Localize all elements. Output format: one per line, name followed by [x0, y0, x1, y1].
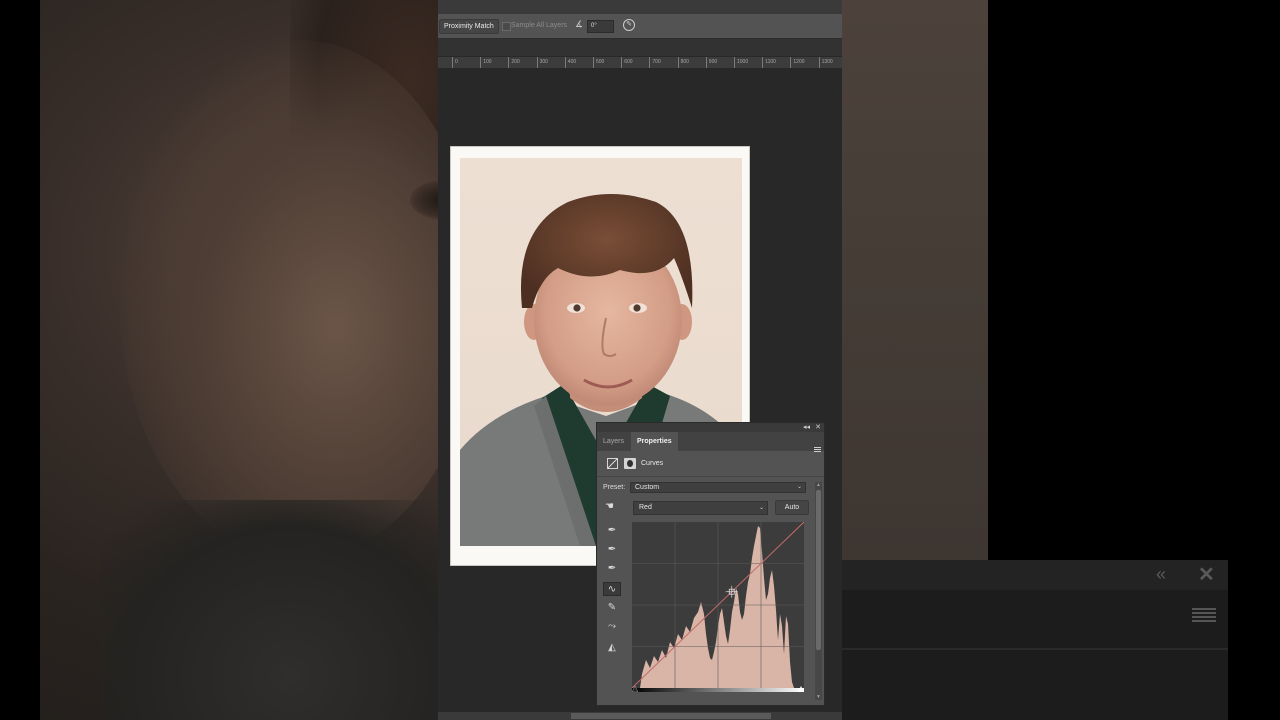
background-divider — [842, 648, 1228, 650]
ruler-tick-label: 700 — [649, 57, 661, 68]
ruler-tick-label: 0 — [452, 57, 458, 68]
proximity-match-button[interactable]: Proximity Match — [439, 19, 499, 34]
panel-vertical-scrollbar[interactable]: ▲ ▼ — [815, 482, 822, 700]
ruler-tick-label: 600 — [621, 57, 633, 68]
sample-all-layers-checkbox[interactable] — [502, 22, 511, 31]
background-collapse-icon: « — [1156, 564, 1167, 584]
hand-icon[interactable]: ☚ — [605, 501, 614, 512]
horizontal-scrollbar[interactable] — [438, 712, 842, 720]
curve-point-icon[interactable]: ∿ — [603, 582, 621, 596]
curves-icon[interactable] — [607, 458, 618, 469]
eyedropper-gray-icon[interactable]: ✒ — [603, 543, 621, 557]
channel-dropdown[interactable]: Red ⌄ — [633, 501, 768, 515]
collapse-double-arrow-icon[interactable]: ◂◂ — [803, 423, 810, 432]
preset-label: Preset: — [603, 484, 626, 491]
ruler-tick-label: 300 — [536, 57, 548, 68]
ruler-tick-label: 200 — [508, 57, 520, 68]
tab-layers[interactable]: Layers — [597, 432, 630, 451]
ruler-tick-label: 400 — [564, 57, 576, 68]
eyedropper-white-icon[interactable]: ✒ — [603, 562, 621, 576]
ruler-tick-label: 1300 — [818, 57, 833, 68]
options-bar: Proximity Match Sample All Layers ∡ 0° ✎ — [438, 14, 842, 39]
ruler-tick-label: 900 — [705, 57, 717, 68]
horizontal-scroll-thumb[interactable] — [571, 713, 771, 719]
ruler-tick-label: 1200 — [790, 57, 805, 68]
ruler-tick-label: 1000 — [734, 57, 748, 68]
panel-tab-bar: Layers Properties — [597, 432, 824, 453]
pencil-icon[interactable]: ✎ — [603, 601, 621, 615]
preset-dropdown[interactable]: Custom ⌄ — [630, 482, 806, 493]
input-gradient-bar — [632, 688, 804, 692]
ruler-tick-label: 800 — [677, 57, 689, 68]
sample-all-layers-label: Sample All Layers — [511, 22, 568, 29]
background-menu-icon — [1192, 608, 1216, 624]
close-icon[interactable]: ✕ — [815, 423, 821, 432]
ruler-tick-label: 500 — [593, 57, 604, 68]
scroll-up-icon[interactable]: ▲ — [816, 482, 821, 488]
mask-icon[interactable] — [624, 458, 636, 469]
adjustment-header: Curves — [597, 451, 824, 477]
background-blur-panel: « ✕ — [842, 560, 1228, 720]
panel-titlebar[interactable]: ◂◂ ✕ — [597, 423, 824, 432]
ruler-tick-label: 100 — [480, 57, 492, 68]
angle-input[interactable]: 0° — [587, 20, 614, 33]
scroll-down-icon[interactable]: ▼ — [816, 694, 821, 700]
pressure-icon[interactable]: ✎ — [623, 19, 635, 31]
panel-scroll-thumb[interactable] — [816, 490, 821, 650]
document-tab-bar — [438, 39, 842, 56]
properties-panel: ◂◂ ✕ Layers Properties Curves Preset: Cu… — [596, 422, 825, 706]
curves-graph[interactable] — [632, 522, 804, 692]
eyedropper-black-icon[interactable]: ✒ — [603, 524, 621, 538]
chevron-down-icon: ⌄ — [758, 505, 764, 511]
chevron-down-icon: ⌄ — [796, 484, 802, 490]
adjustment-title: Curves — [641, 460, 664, 467]
clipping-warning-icon[interactable]: ◭ — [603, 641, 621, 655]
background-blur-face — [120, 40, 480, 560]
preset-value: Custom — [635, 484, 660, 491]
background-close-icon: ✕ — [1198, 564, 1215, 586]
background-blur-tab-strip — [842, 560, 1228, 590]
background-blur-wall — [842, 0, 988, 560]
auto-button[interactable]: Auto — [775, 500, 809, 515]
tab-properties[interactable]: Properties — [631, 432, 678, 451]
angle-icon: ∡ — [575, 19, 584, 29]
smooth-curve-icon[interactable]: ⤳ — [603, 620, 621, 634]
menu-strip — [438, 0, 842, 14]
background-blur-sweater — [100, 500, 480, 720]
channel-value: Red — [639, 504, 652, 511]
ruler-tick-label: 1100 — [762, 57, 776, 68]
